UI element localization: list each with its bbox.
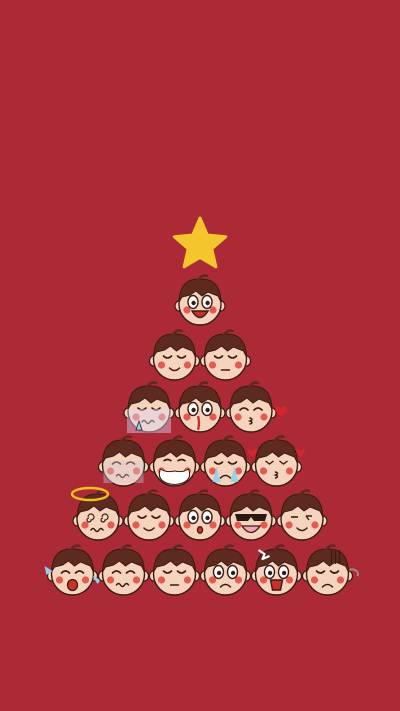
face-frown-icon [199,544,252,596]
face-gloomy-icon [301,544,359,596]
face-cold-icon [123,381,175,433]
face-calm-icon [199,329,252,381]
face-sunglasses-icon [225,489,277,541]
face-shocked-icon [174,381,226,433]
face-wavy-mouth-icon [97,544,150,596]
face-beard-icon [148,435,201,487]
face-content-icon [148,544,201,596]
face-angry-shout-icon [250,544,303,596]
face-love-kiss-icon [247,435,306,487]
face-smug-icon [123,489,175,541]
wallpaper-canvas [0,0,400,711]
face-sleepy-icon [148,329,201,381]
face-laugh-cry-icon [44,544,101,596]
face-kiss-heart-icon [225,381,287,433]
face-worried-icon [97,435,150,487]
face-surprised-icon [174,489,226,541]
emoji-tree-illustration [44,216,359,596]
face-crying-icon [199,435,252,487]
face-grin-icon [174,274,226,326]
star-icon [172,216,228,269]
face-wink-icon [276,489,328,541]
face-dizzy-icon [70,486,124,541]
